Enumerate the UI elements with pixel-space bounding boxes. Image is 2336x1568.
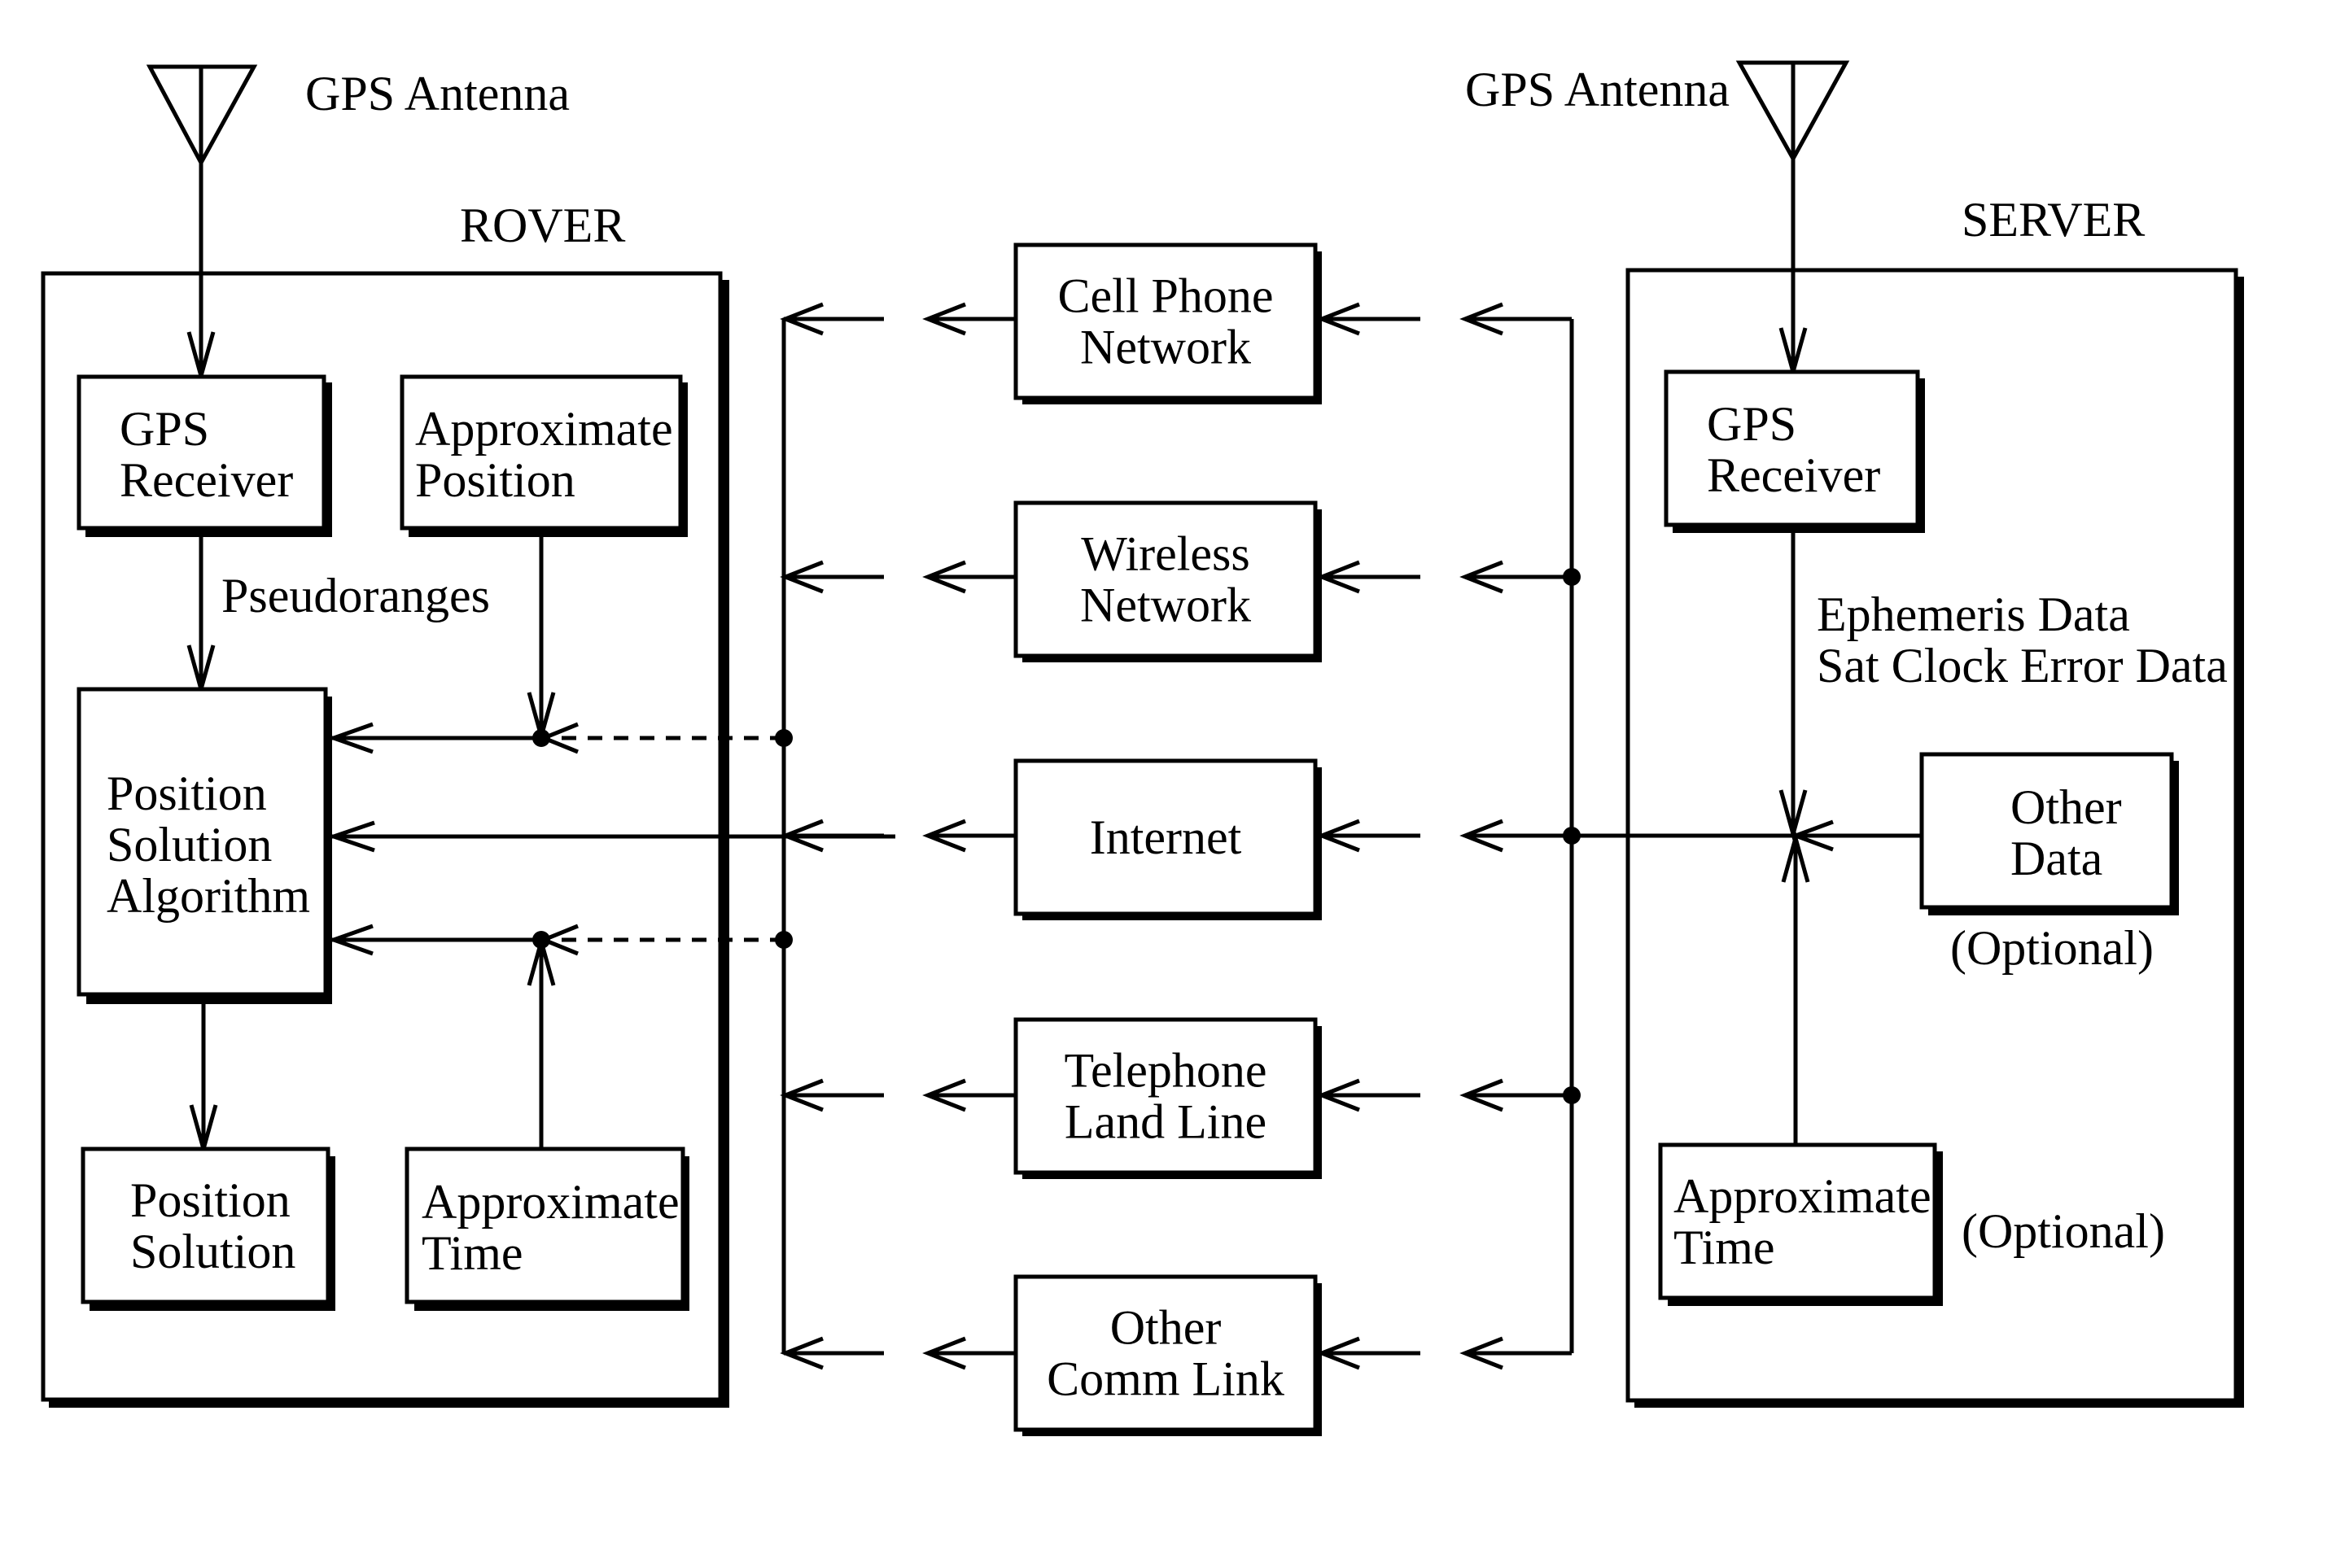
rover-section: GPS Antenna ROVER GPS Receiver Approxima… (41, 64, 895, 1408)
server-gps-receiver-line1: GPS (1707, 397, 1796, 451)
position-solution-line1: Position (130, 1173, 291, 1227)
rover-approx-position-line1: Approximate (415, 402, 673, 456)
rover-approx-time-line2: Time (422, 1226, 523, 1280)
psa-line2: Solution (107, 818, 272, 871)
rover-approximate-position-box: Approximate Position (400, 374, 688, 537)
link-label-cell-2: Network (1080, 321, 1251, 374)
other-data-box: Other Data (1919, 752, 2179, 915)
server-antenna-label: GPS Antenna (1465, 63, 1730, 116)
server-approx-time-line1: Approximate (1673, 1169, 1931, 1223)
pseudoranges-label: Pseudoranges (221, 569, 490, 622)
link-label-other-2: Comm Link (1047, 1352, 1284, 1406)
server-antenna-icon (1735, 60, 1850, 164)
psa-line1: Position (107, 767, 267, 820)
rover-antenna-label: GPS Antenna (305, 67, 570, 120)
other-data-line1: Other (2010, 780, 2122, 834)
approx-time-optional-note: (Optional) (1962, 1204, 2165, 1258)
link-label-telephone-1: Telephone (1064, 1044, 1266, 1098)
link-label-other-1: Other (1110, 1301, 1222, 1355)
position-solution-algorithm-box: Position Solution Algorithm (77, 687, 332, 1004)
position-solution-box: Position Solution (81, 1147, 335, 1311)
server-gps-receiver-line2: Receiver (1707, 448, 1880, 502)
link-label-wireless-2: Network (1080, 579, 1251, 632)
server-bus-dot-telephone (1563, 1086, 1581, 1104)
rover-gps-receiver-line1: GPS (120, 402, 209, 456)
server-section: GPS Antenna SERVER GPS Receiver Ephemeri… (1465, 60, 2244, 1408)
rover-approximate-time-box: Approximate Time (405, 1147, 689, 1311)
comm-links: Cell PhoneNetworkWirelessNetworkInternet… (780, 242, 1581, 1436)
server-approx-time-line2: Time (1673, 1221, 1775, 1274)
server-bus-dot-wireless (1563, 568, 1581, 586)
link-label-telephone-2: Land Line (1065, 1095, 1266, 1149)
rover-antenna-icon (146, 64, 258, 168)
link-label-internet-1: Internet (1090, 810, 1242, 864)
rover-approx-time-line1: Approximate (422, 1175, 680, 1229)
rover-gps-receiver-line2: Receiver (120, 453, 293, 507)
ephemeris-data-label: Ephemeris Data (1817, 587, 2130, 641)
rover-gps-receiver-box: GPS Receiver (77, 374, 332, 537)
other-data-line2: Data (2010, 832, 2102, 885)
server-title: SERVER (1962, 193, 2145, 247)
rover-title: ROVER (460, 199, 625, 252)
gps-architecture-diagram: GPS Antenna ROVER GPS Receiver Approxima… (41, 60, 2244, 1436)
server-approximate-time-box: Approximate Time (1658, 1142, 1943, 1306)
link-label-wireless-1: Wireless (1081, 527, 1250, 581)
position-solution-line2: Solution (130, 1225, 295, 1278)
sat-clock-error-label: Sat Clock Error Data (1817, 639, 2228, 692)
link-label-cell-1: Cell Phone (1058, 269, 1274, 323)
rover-approx-position-line2: Position (415, 453, 575, 507)
psa-line3: Algorithm (107, 869, 310, 923)
server-gps-receiver-box: GPS Receiver (1664, 369, 1925, 533)
other-data-optional-note: (Optional) (1950, 921, 2154, 975)
